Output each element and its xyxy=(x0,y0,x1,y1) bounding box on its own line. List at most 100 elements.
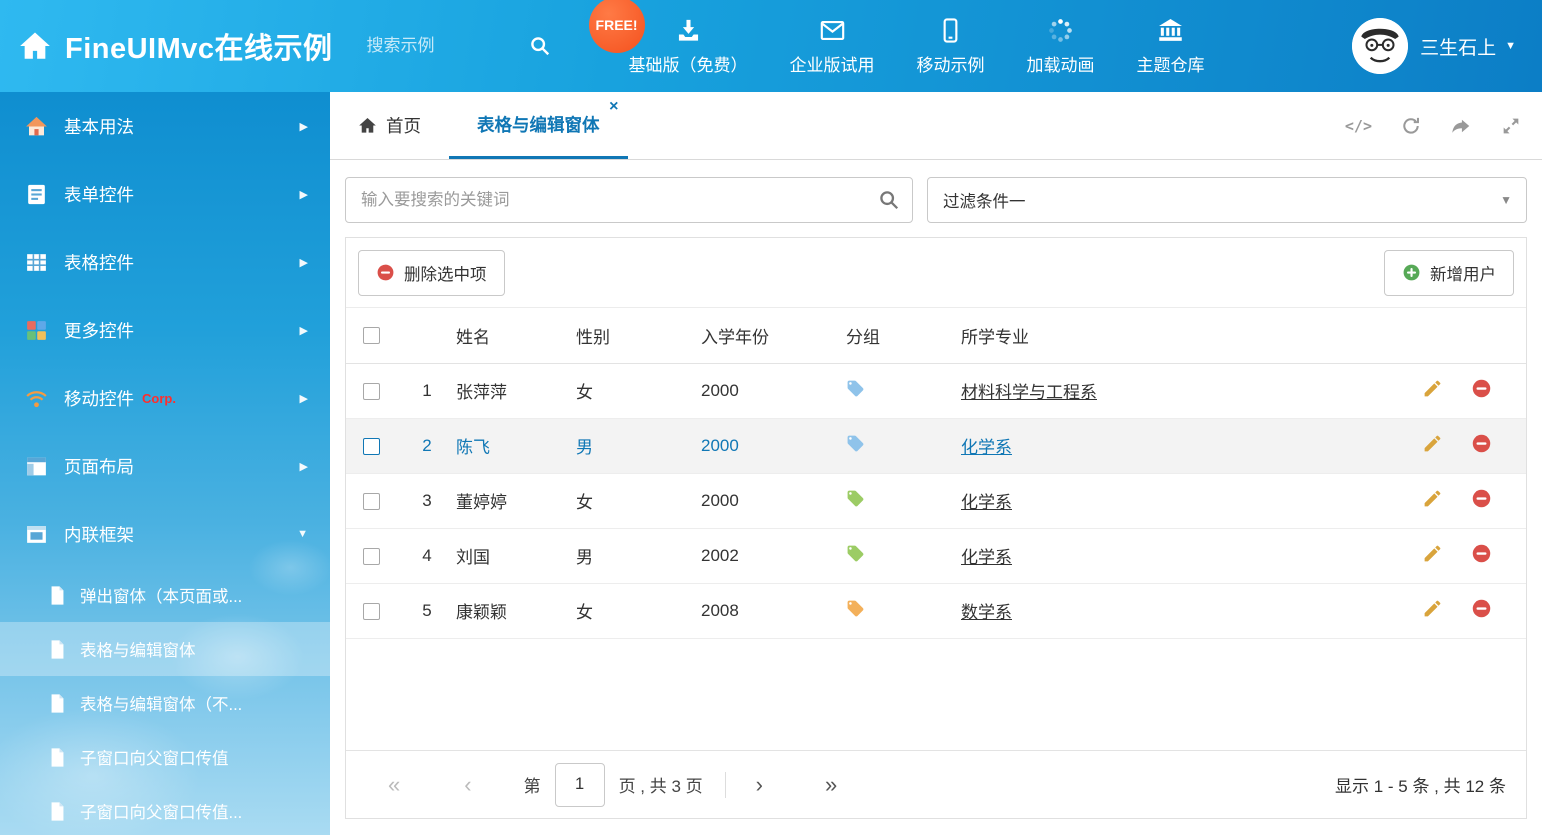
row-checkbox[interactable] xyxy=(363,493,380,510)
col-header-major[interactable]: 所学专业 xyxy=(961,308,1406,363)
keyword-search xyxy=(345,177,913,223)
source-code-icon[interactable]: </> xyxy=(1345,115,1372,137)
tag-icon xyxy=(846,379,865,398)
keyword-search-input[interactable] xyxy=(345,177,913,223)
col-header-gender[interactable]: 性别 xyxy=(576,308,701,363)
content-area: 过滤条件一 ▼ 删除选中项 xyxy=(330,160,1542,835)
edit-pencil-icon[interactable] xyxy=(1422,378,1443,399)
delete-minus-icon[interactable] xyxy=(1471,488,1492,509)
username: 三生石上 xyxy=(1420,33,1496,60)
delete-minus-icon[interactable] xyxy=(1471,378,1492,399)
table-row[interactable]: 3 董婷婷 女 2000 化学系 xyxy=(346,473,1526,528)
table-row[interactable]: 1 张萍萍 女 2000 材料科学与工程系 xyxy=(346,363,1526,418)
sidebar-subitem-label: 表格与编辑窗体（不... xyxy=(80,691,242,715)
sidebar-item-basic-usage[interactable]: 基本用法 ▶ xyxy=(0,92,330,160)
form-icon xyxy=(24,182,49,207)
sidebar-item-label: 表格控件 xyxy=(64,250,134,275)
sidebar-subitem-child-to-parent[interactable]: 子窗口向父窗口传值 xyxy=(0,730,330,784)
data-grid: 姓名 性别 入学年份 分组 所学专业 1 xyxy=(346,308,1526,639)
row-checkbox[interactable] xyxy=(363,438,380,455)
cell-gender: 男 xyxy=(576,528,701,583)
sidebar-item-iframe[interactable]: 内联框架 ▼ xyxy=(0,500,330,568)
edit-pencil-icon[interactable] xyxy=(1422,433,1443,454)
select-all-checkbox[interactable] xyxy=(363,327,380,344)
blocks-icon xyxy=(24,318,49,343)
top-header: FineUIMvc在线示例 FREE! 基础版（免费） 企业版试用 xyxy=(0,0,1542,92)
chevron-right-icon: ▶ xyxy=(300,120,308,133)
sidebar-item-grid-controls[interactable]: 表格控件 ▶ xyxy=(0,228,330,296)
prev-page-button[interactable]: ‹ xyxy=(464,774,471,796)
edit-pencil-icon[interactable] xyxy=(1422,488,1443,509)
sidebar-item-label: 表单控件 xyxy=(64,182,134,207)
col-header-year[interactable]: 入学年份 xyxy=(701,308,846,363)
tag-icon xyxy=(846,434,865,453)
filter-dropdown[interactable]: 过滤条件一 ▼ xyxy=(927,177,1527,223)
edit-pencil-icon[interactable] xyxy=(1422,598,1443,619)
row-checkbox[interactable] xyxy=(363,548,380,565)
sidebar-item-form-controls[interactable]: 表单控件 ▶ xyxy=(0,160,330,228)
home-logo-icon[interactable] xyxy=(18,29,52,63)
expand-icon[interactable] xyxy=(1500,115,1522,137)
tab-home[interactable]: 首页 xyxy=(330,92,449,159)
major-link[interactable]: 数学系 xyxy=(961,603,1012,622)
file-icon xyxy=(48,639,67,660)
tab-close-icon[interactable]: × xyxy=(609,99,618,115)
user-menu[interactable]: 三生石上 ▼ xyxy=(1352,18,1516,74)
sidebar-subitem-popup-window[interactable]: 弹出窗体（本页面或... xyxy=(0,568,330,622)
next-page-button[interactable]: › xyxy=(756,774,763,796)
col-header-index xyxy=(398,308,456,363)
col-header-group[interactable]: 分组 xyxy=(846,308,961,363)
table-row[interactable]: 2 陈飞 男 2000 化学系 xyxy=(346,418,1526,473)
add-user-label: 新增用户 xyxy=(1430,261,1496,285)
nav-item-mobile-demo[interactable]: 移动示例 xyxy=(917,17,985,76)
nav-item-theme-store[interactable]: 主题仓库 xyxy=(1137,17,1205,76)
sidebar-subitem-label: 子窗口向父窗口传值... xyxy=(80,799,242,823)
row-checkbox[interactable] xyxy=(363,383,380,400)
header-search-input[interactable] xyxy=(367,36,517,56)
last-page-button[interactable]: » xyxy=(825,774,837,796)
delete-minus-icon[interactable] xyxy=(1471,543,1492,564)
table-row[interactable]: 5 康颖颖 女 2008 数学系 xyxy=(346,583,1526,638)
row-checkbox[interactable] xyxy=(363,603,380,620)
search-icon[interactable] xyxy=(878,189,900,211)
sidebar-item-more-controls[interactable]: 更多控件 ▶ xyxy=(0,296,330,364)
nav-item-loading-animation[interactable]: 加载动画 xyxy=(1027,17,1095,76)
major-link[interactable]: 材料科学与工程系 xyxy=(961,383,1097,402)
sidebar-subitem-grid-edit-window[interactable]: 表格与编辑窗体 xyxy=(0,622,330,676)
sidebar-subitem-grid-edit-window-2[interactable]: 表格与编辑窗体（不... xyxy=(0,676,330,730)
table-row[interactable]: 4 刘国 男 2002 化学系 xyxy=(346,528,1526,583)
delete-minus-icon[interactable] xyxy=(1471,598,1492,619)
cell-name: 张萍萍 xyxy=(456,363,576,418)
signal-icon xyxy=(24,386,49,411)
sidebar-subitem-child-to-parent-2[interactable]: 子窗口向父窗口传值... xyxy=(0,784,330,835)
user-caret-down-icon: ▼ xyxy=(1505,40,1516,52)
sidebar-subitem-label: 弹出窗体（本页面或... xyxy=(80,583,242,607)
add-user-button[interactable]: 新增用户 xyxy=(1384,250,1514,296)
row-index: 4 xyxy=(398,528,456,583)
search-icon[interactable] xyxy=(529,35,551,57)
edit-pencil-icon[interactable] xyxy=(1422,543,1443,564)
nav-item-enterprise-trial[interactable]: 企业版试用 xyxy=(790,17,875,76)
major-link[interactable]: 化学系 xyxy=(961,493,1012,512)
col-header-name[interactable]: 姓名 xyxy=(456,308,576,363)
spinner-icon xyxy=(1047,17,1074,44)
home-icon xyxy=(358,116,377,135)
sidebar-subitem-label: 表格与编辑窗体 xyxy=(80,637,196,661)
filter-dropdown-value: 过滤条件一 xyxy=(943,188,1026,212)
page-label-suffix: 页 , 共 3 页 xyxy=(619,772,703,797)
refresh-icon[interactable] xyxy=(1400,115,1422,137)
row-index: 2 xyxy=(398,418,456,473)
major-link[interactable]: 化学系 xyxy=(961,438,1012,457)
tab-grid-edit-window[interactable]: 表格与编辑窗体 × xyxy=(449,92,628,159)
delete-minus-icon[interactable] xyxy=(1471,433,1492,454)
first-page-button[interactable]: « xyxy=(388,774,400,796)
sidebar-item-page-layout[interactable]: 页面布局 ▶ xyxy=(0,432,330,500)
delete-selected-button[interactable]: 删除选中项 xyxy=(358,250,505,296)
share-forward-icon[interactable] xyxy=(1450,115,1472,137)
sidebar-item-mobile-controls[interactable]: 移动控件 Corp. ▶ xyxy=(0,364,330,432)
corp-badge: Corp. xyxy=(142,391,176,406)
cell-name: 刘国 xyxy=(456,528,576,583)
page-number-input[interactable] xyxy=(555,763,605,807)
major-link[interactable]: 化学系 xyxy=(961,548,1012,567)
nav-item-basic-edition[interactable]: FREE! 基础版（免费） xyxy=(629,17,748,76)
